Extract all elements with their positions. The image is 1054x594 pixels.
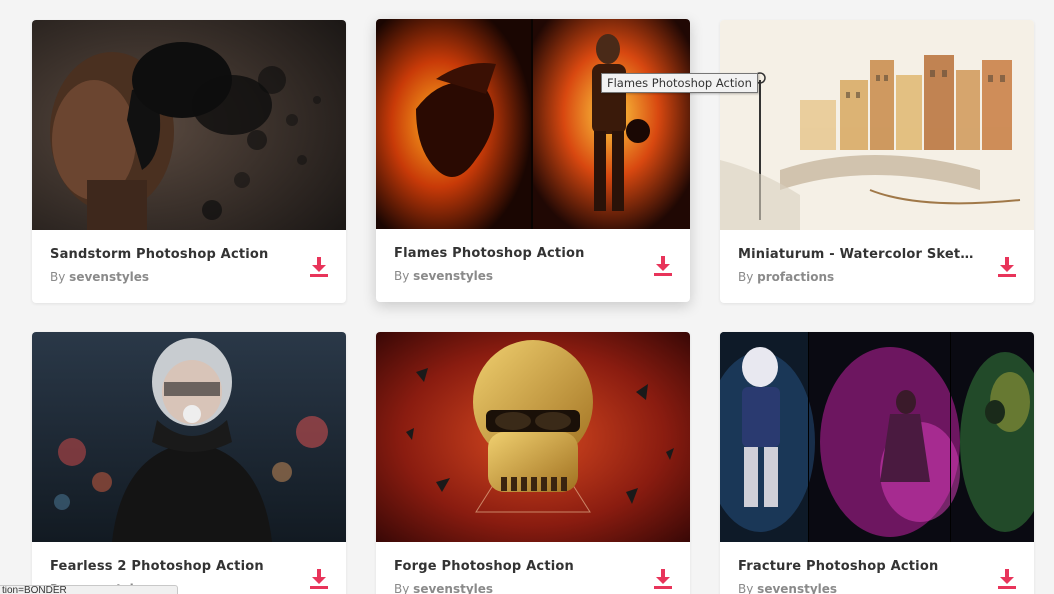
download-icon[interactable]: [309, 256, 329, 278]
thumbnail-image[interactable]: [376, 332, 690, 542]
thumbnail-image[interactable]: [720, 20, 1034, 230]
by-label: By: [738, 270, 754, 284]
thumbnail-image[interactable]: [720, 332, 1034, 542]
card-title[interactable]: Sandstorm Photoshop Action: [50, 247, 290, 262]
download-icon[interactable]: [997, 568, 1017, 590]
thumbnail-image[interactable]: [32, 332, 346, 542]
download-icon[interactable]: [653, 568, 673, 590]
author-name[interactable]: sevenstyles: [413, 269, 493, 283]
by-label: By: [394, 582, 410, 594]
download-icon[interactable]: [653, 255, 673, 277]
author-name[interactable]: sevenstyles: [413, 582, 493, 594]
download-icon[interactable]: [997, 256, 1017, 278]
card-author-line: By sevenstyles: [50, 270, 328, 284]
product-card[interactable]: Sandstorm Photoshop Action By sevenstyle…: [32, 20, 346, 303]
author-name[interactable]: sevenstyles: [69, 270, 149, 284]
product-card[interactable]: Miniaturum - Watercolor Sketc... By prof…: [720, 20, 1034, 303]
thumbnail-image[interactable]: [32, 20, 346, 230]
author-name[interactable]: sevenstyles: [757, 582, 837, 594]
card-author-line: By sevenstyles: [738, 582, 1016, 594]
browser-status-bar: tion=BONDER: [0, 585, 178, 594]
product-card[interactable]: Fearless 2 Photoshop Action By sevenstyl…: [32, 332, 346, 594]
by-label: By: [50, 270, 66, 284]
by-label: By: [394, 269, 410, 283]
card-title[interactable]: Flames Photoshop Action: [394, 246, 634, 261]
card-author-line: By sevenstyles: [394, 269, 672, 283]
thumbnail-image[interactable]: [376, 19, 690, 229]
card-author-line: By profactions: [738, 270, 1016, 284]
card-title[interactable]: Forge Photoshop Action: [394, 559, 634, 574]
product-card[interactable]: Forge Photoshop Action By sevenstyles: [376, 332, 690, 594]
download-icon[interactable]: [309, 568, 329, 590]
card-title[interactable]: Fearless 2 Photoshop Action: [50, 559, 290, 574]
card-title[interactable]: Fracture Photoshop Action: [738, 559, 978, 574]
product-card[interactable]: Flames Photoshop Action By sevenstyles: [376, 19, 690, 302]
product-card[interactable]: Fracture Photoshop Action By sevenstyles: [720, 332, 1034, 594]
card-title[interactable]: Miniaturum - Watercolor Sketc...: [738, 247, 978, 262]
author-name[interactable]: profactions: [757, 270, 834, 284]
card-author-line: By sevenstyles: [394, 582, 672, 594]
hover-tooltip: Flames Photoshop Action: [601, 73, 758, 93]
by-label: By: [738, 582, 754, 594]
